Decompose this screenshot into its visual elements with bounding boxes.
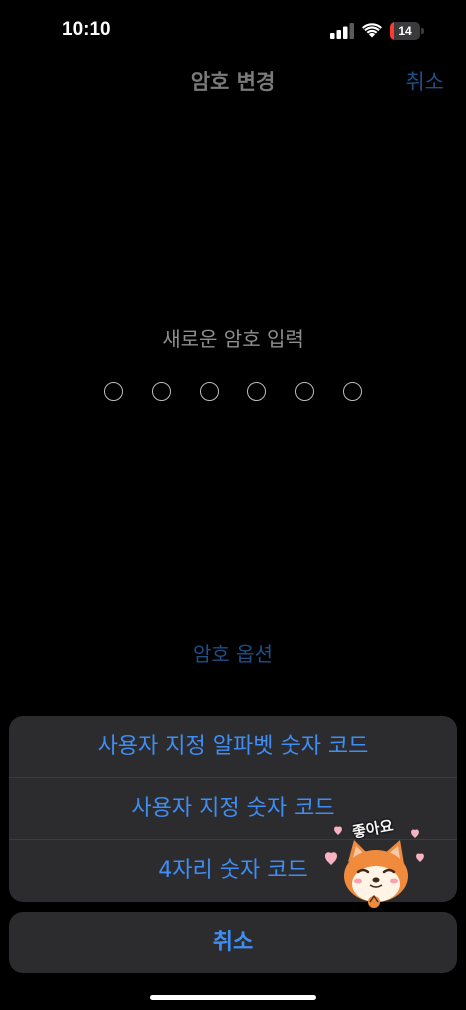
home-indicator[interactable] xyxy=(150,995,316,1000)
status-time: 10:10 xyxy=(62,19,111,40)
passcode-prompt: 새로운 암호 입력 xyxy=(162,327,304,351)
passcode-dot xyxy=(247,382,267,401)
wifi-icon xyxy=(362,23,382,38)
page-title: 암호 변경 xyxy=(190,70,276,94)
passcode-dot xyxy=(342,382,362,401)
nav-cancel-button[interactable]: 취소 xyxy=(405,66,444,96)
passcode-dot xyxy=(151,382,171,401)
option-custom-alphanumeric[interactable]: 사용자 지정 알파벳 숫자 코드 xyxy=(9,716,457,778)
sheet-cancel-button[interactable]: 취소 xyxy=(9,912,457,973)
passcode-dot xyxy=(104,382,123,401)
passcode-dots xyxy=(104,382,362,406)
passcode-dot xyxy=(295,382,315,401)
passcode-options-link[interactable]: 암호 옵션 xyxy=(0,638,466,667)
battery-cap xyxy=(421,28,424,34)
status-bar: 10:10 14 xyxy=(0,0,466,60)
battery-body: 14 xyxy=(390,22,420,40)
cellular-signal-icon xyxy=(330,23,354,39)
passcode-dot xyxy=(199,382,219,401)
battery-level: 14 xyxy=(398,24,412,38)
battery-icon: 14 xyxy=(390,22,426,40)
passcode-change-screen: 10:10 14 암호 변경 취소 새로운 암호 입력 암호 옵션 사용자 지정 xyxy=(0,0,466,1010)
